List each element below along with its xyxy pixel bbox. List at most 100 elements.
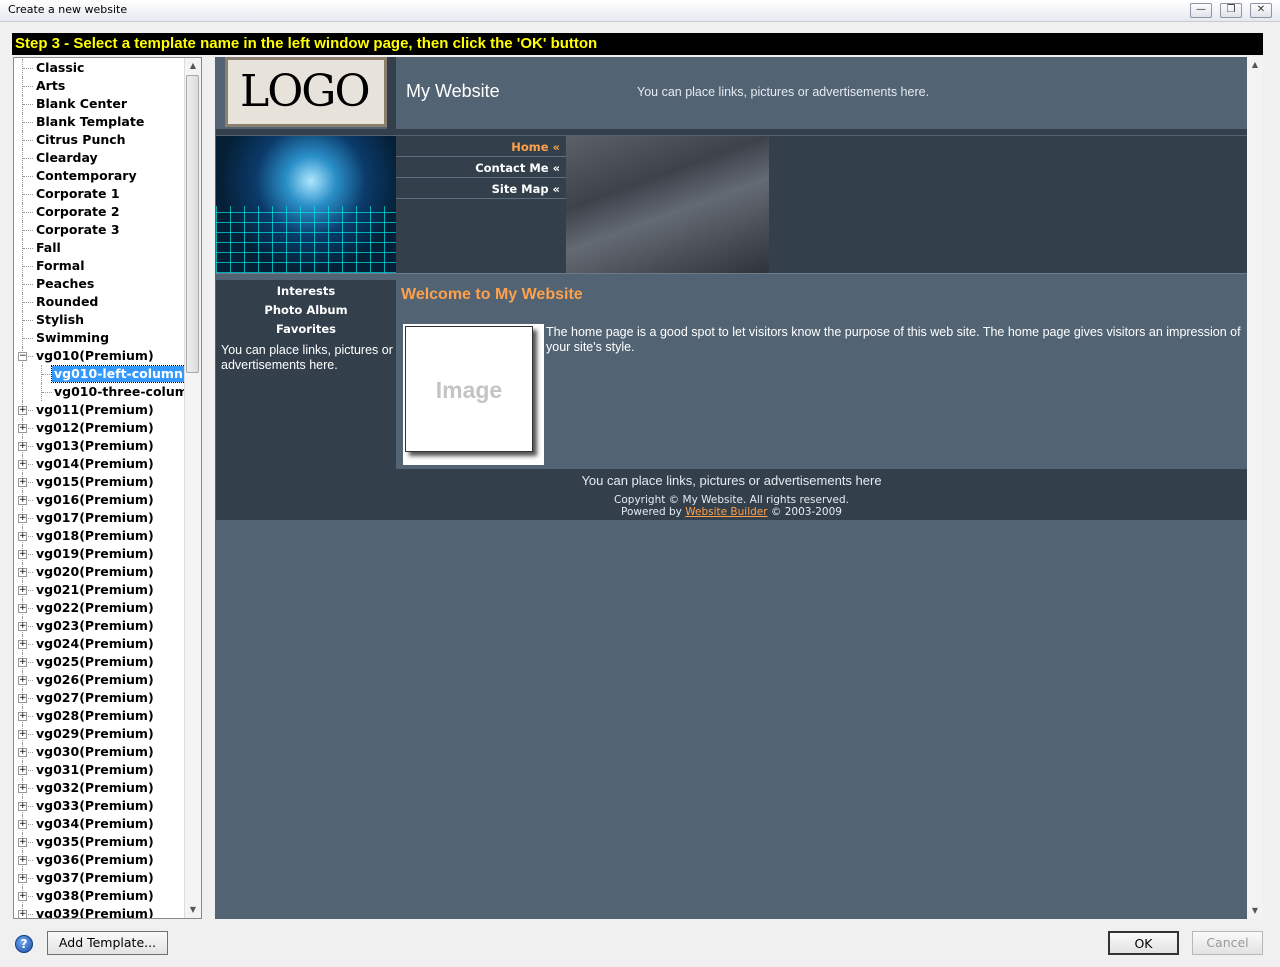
tree-item[interactable]: + vg031(Premium) xyxy=(14,761,186,779)
expand-icon[interactable]: + xyxy=(18,802,27,811)
expand-icon[interactable]: + xyxy=(18,640,27,649)
preview-scrollbar[interactable]: ▲ ▼ xyxy=(1247,57,1263,919)
tree-item[interactable]: + vg033(Premium) xyxy=(14,797,186,815)
tree-item[interactable]: Blank Template xyxy=(14,113,186,131)
expand-icon[interactable]: + xyxy=(18,766,27,775)
tree-item[interactable]: − vg010(Premium) xyxy=(14,347,186,365)
scroll-down-arrow-icon[interactable]: ▼ xyxy=(185,902,201,918)
tree-item[interactable]: + vg038(Premium) xyxy=(14,887,186,905)
expand-icon[interactable]: + xyxy=(18,442,27,451)
tree-item[interactable]: + vg026(Premium) xyxy=(14,671,186,689)
tree-item[interactable]: Corporate 1 xyxy=(14,185,186,203)
expand-icon[interactable]: + xyxy=(18,838,27,847)
expand-icon[interactable]: + xyxy=(18,406,27,415)
tree-item[interactable]: + vg032(Premium) xyxy=(14,779,186,797)
nav-item-home[interactable]: Home « xyxy=(396,137,566,157)
ok-button[interactable]: OK xyxy=(1108,931,1179,955)
tree-item[interactable]: Stylish xyxy=(14,311,186,329)
cancel-button[interactable]: Cancel xyxy=(1192,931,1263,955)
left-link-favorites[interactable]: Favorites xyxy=(216,322,396,336)
tree-item[interactable]: + vg030(Premium) xyxy=(14,743,186,761)
close-button[interactable]: ✕ xyxy=(1250,3,1272,18)
tree-item[interactable]: + vg025(Premium) xyxy=(14,653,186,671)
tree-item[interactable]: Classic xyxy=(14,59,186,77)
tree-item[interactable]: Corporate 2 xyxy=(14,203,186,221)
tree-item[interactable]: Clearday xyxy=(14,149,186,167)
restore-button[interactable]: ❐ xyxy=(1220,3,1242,18)
expand-icon[interactable]: + xyxy=(18,910,27,918)
expand-icon[interactable]: + xyxy=(18,694,27,703)
scroll-up-arrow-icon[interactable]: ▲ xyxy=(185,58,201,74)
tree-item[interactable]: + vg015(Premium) xyxy=(14,473,186,491)
website-builder-link[interactable]: Website Builder xyxy=(685,506,767,518)
tree-item[interactable]: + vg035(Premium) xyxy=(14,833,186,851)
tree-item[interactable]: + vg023(Premium) xyxy=(14,617,186,635)
tree-item[interactable]: Peaches xyxy=(14,275,186,293)
nav-item-site-map[interactable]: Site Map « xyxy=(396,179,566,199)
tree-item[interactable]: Corporate 3 xyxy=(14,221,186,239)
tree-item[interactable]: + vg017(Premium) xyxy=(14,509,186,527)
tree-item[interactable]: + vg018(Premium) xyxy=(14,527,186,545)
tree-item[interactable]: + vg034(Premium) xyxy=(14,815,186,833)
help-icon[interactable]: ? xyxy=(15,935,33,953)
expand-icon[interactable]: + xyxy=(18,748,27,757)
tree-scroll-thumb[interactable] xyxy=(186,75,199,373)
expand-icon[interactable]: + xyxy=(18,586,27,595)
tree-item[interactable]: + vg027(Premium) xyxy=(14,689,186,707)
expand-icon[interactable]: + xyxy=(18,496,27,505)
tree-item[interactable]: + vg024(Premium) xyxy=(14,635,186,653)
tree-item[interactable]: Contemporary xyxy=(14,167,186,185)
expand-icon[interactable]: + xyxy=(18,532,27,541)
expand-icon[interactable]: + xyxy=(18,604,27,613)
expand-icon[interactable]: + xyxy=(18,622,27,631)
tree-item[interactable]: + vg014(Premium) xyxy=(14,455,186,473)
tree-item[interactable]: + vg029(Premium) xyxy=(14,725,186,743)
tree-item[interactable]: + vg037(Premium) xyxy=(14,869,186,887)
tree-item[interactable]: + vg013(Premium) xyxy=(14,437,186,455)
tree-item[interactable]: + vg011(Premium) xyxy=(14,401,186,419)
tree-item[interactable]: vg010-three-column xyxy=(14,383,197,401)
collapse-icon[interactable]: − xyxy=(18,352,27,361)
tree-item[interactable]: Fall xyxy=(14,239,186,257)
expand-icon[interactable]: + xyxy=(18,514,27,523)
add-template-button[interactable]: Add Template... xyxy=(47,931,168,955)
nav-item-contact-me[interactable]: Contact Me « xyxy=(396,158,566,178)
expand-icon[interactable]: + xyxy=(18,874,27,883)
expand-icon[interactable]: + xyxy=(18,550,27,559)
scroll-down-arrow-icon[interactable]: ▼ xyxy=(1247,903,1263,919)
tree-item[interactable]: + vg039(Premium) xyxy=(14,905,186,918)
tree-item[interactable]: + vg021(Premium) xyxy=(14,581,186,599)
template-tree[interactable]: Classic Arts Blank Center Blank Template Cit… xyxy=(13,57,202,919)
expand-icon[interactable]: + xyxy=(18,730,27,739)
left-link-photo-album[interactable]: Photo Album xyxy=(216,303,396,317)
tree-item[interactable]: Swimming xyxy=(14,329,186,347)
tree-item[interactable]: Arts xyxy=(14,77,186,95)
expand-icon[interactable]: + xyxy=(18,478,27,487)
minimize-button[interactable]: — xyxy=(1190,3,1212,18)
tree-item[interactable]: vg010-left-column xyxy=(14,365,186,383)
expand-icon[interactable]: + xyxy=(18,658,27,667)
expand-icon[interactable]: + xyxy=(18,676,27,685)
tree-item[interactable]: + vg022(Premium) xyxy=(14,599,186,617)
left-link-interests[interactable]: Interests xyxy=(216,284,396,298)
expand-icon[interactable]: + xyxy=(18,892,27,901)
tree-item[interactable]: Blank Center xyxy=(14,95,186,113)
tree-item[interactable]: Citrus Punch xyxy=(14,131,186,149)
scroll-up-arrow-icon[interactable]: ▲ xyxy=(1247,57,1263,73)
expand-icon[interactable]: + xyxy=(18,460,27,469)
tree-item[interactable]: + vg012(Premium) xyxy=(14,419,186,437)
tree-scrollbar[interactable]: ▲ ▼ xyxy=(184,58,201,918)
tree-item[interactable]: Rounded xyxy=(14,293,186,311)
tree-item[interactable]: + vg028(Premium) xyxy=(14,707,186,725)
expand-icon[interactable]: + xyxy=(18,424,27,433)
tree-item[interactable]: Formal xyxy=(14,257,186,275)
expand-icon[interactable]: + xyxy=(18,856,27,865)
expand-icon[interactable]: + xyxy=(18,820,27,829)
tree-item[interactable]: + vg016(Premium) xyxy=(14,491,186,509)
expand-icon[interactable]: + xyxy=(18,568,27,577)
tree-item[interactable]: + vg020(Premium) xyxy=(14,563,186,581)
tree-item[interactable]: + vg036(Premium) xyxy=(14,851,186,869)
tree-item[interactable]: + vg019(Premium) xyxy=(14,545,186,563)
expand-icon[interactable]: + xyxy=(18,712,27,721)
expand-icon[interactable]: + xyxy=(18,784,27,793)
